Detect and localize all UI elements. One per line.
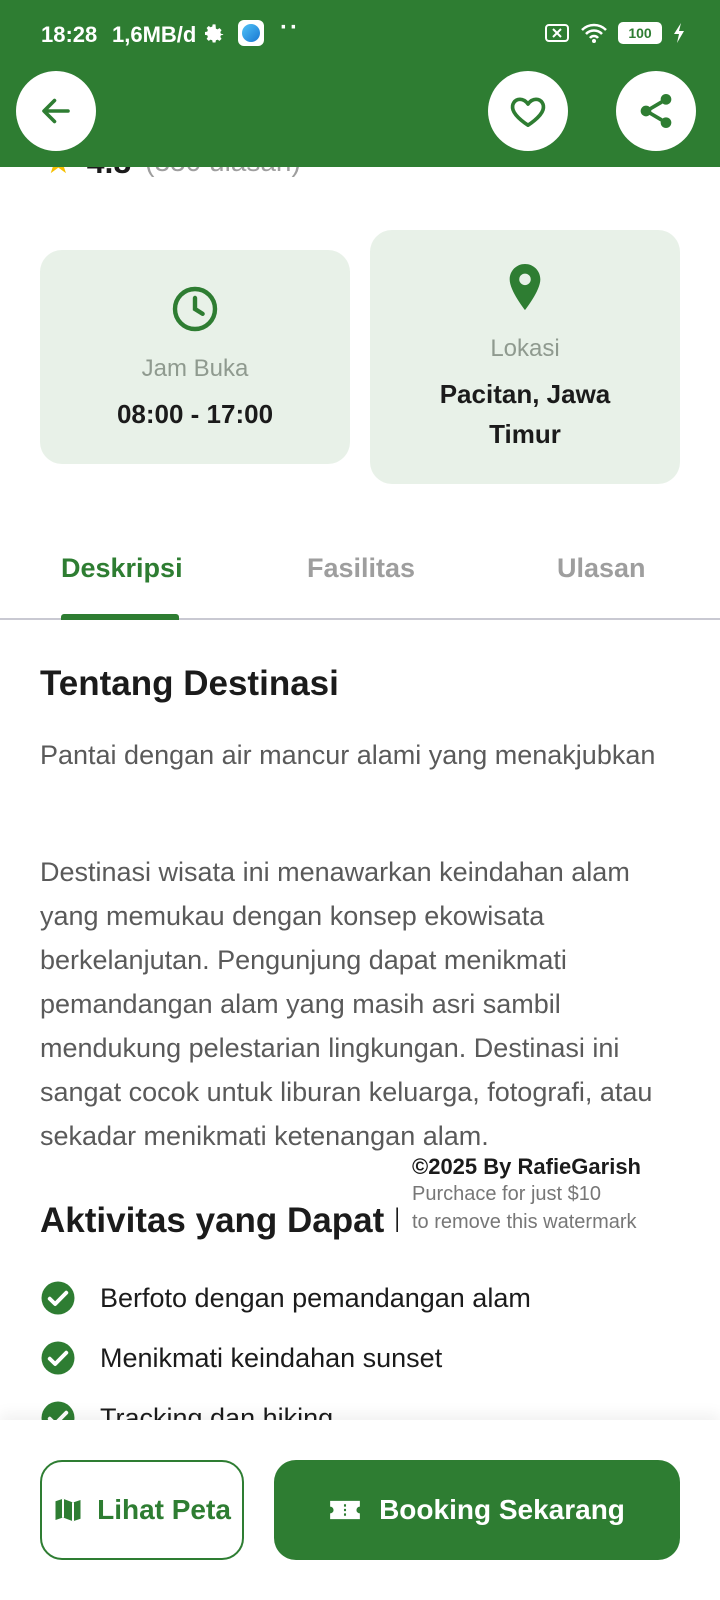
tab-deskripsi[interactable]: Deskripsi — [61, 553, 183, 584]
tab-ulasan[interactable]: Ulasan — [557, 553, 646, 584]
watermark-purchase: Purchace for just $10 — [412, 1183, 601, 1205]
gear-icon — [204, 24, 224, 43]
tab-indicator — [61, 614, 179, 620]
booking-label: Booking Sekarang — [379, 1494, 625, 1525]
watermark-remove: to remove this watermark — [412, 1211, 637, 1233]
share-icon — [640, 94, 672, 128]
opening-hours-card: Jam Buka 08:00 - 17:00 — [40, 250, 350, 464]
tab-bar: Deskripsi Fasilitas Ulasan — [0, 525, 720, 620]
status-speed: 1,6MB/d — [112, 22, 197, 47]
bottom-action-bar: Lihat Peta Booking Sekarang — [0, 1420, 720, 1600]
booking-button[interactable]: Booking Sekarang — [274, 1460, 680, 1560]
view-map-button[interactable]: Lihat Peta — [40, 1460, 244, 1560]
list-item: Menikmati keindahan sunset — [40, 1328, 680, 1388]
watermark-copyright: ©2025 By RafieGarish — [412, 1154, 641, 1179]
activity-label: Menikmati keindahan sunset — [100, 1342, 443, 1373]
list-item: Berfoto dengan pemandangan alam — [40, 1268, 680, 1328]
favorite-button[interactable] — [488, 71, 568, 151]
top-app-bar: 18:28 1,6MB/d ·· 100 — [0, 0, 720, 167]
battery-icon: 100 — [618, 22, 662, 44]
browser-app-icon — [238, 20, 264, 46]
check-circle-icon — [41, 1341, 75, 1375]
status-right-icons: 100 — [544, 22, 686, 44]
back-button[interactable] — [16, 71, 96, 151]
status-bar: 18:28 1,6MB/d ·· 100 — [0, 0, 720, 70]
check-circle-icon — [41, 1281, 75, 1315]
watermark: ©2025 By RafieGarish Purchace for just $… — [398, 1148, 690, 1242]
location-value: Pacitan, Jawa Timur — [439, 379, 611, 449]
opening-hours-value: 08:00 - 17:00 — [116, 399, 274, 429]
about-description: Destinasi wisata ini menawarkan keindaha… — [40, 857, 653, 1151]
clock-icon — [172, 286, 218, 332]
about-title: Tentang Destinasi — [40, 664, 339, 703]
wifi-icon — [581, 23, 607, 43]
location-pin-icon — [509, 264, 541, 310]
view-map-label: Lihat Peta — [97, 1494, 231, 1525]
map-icon — [55, 1498, 81, 1522]
location-card: Lokasi Pacitan, Jawa Timur — [370, 230, 680, 484]
opening-hours-label: Jam Buka — [141, 355, 249, 382]
heart-icon — [510, 97, 546, 127]
ticket-icon — [330, 1500, 360, 1520]
activity-label: Berfoto dengan pemandangan alam — [100, 1282, 531, 1313]
status-time: 18:28 — [41, 22, 98, 47]
tab-fasilitas[interactable]: Fasilitas — [307, 553, 415, 584]
location-label: Lokasi — [490, 335, 560, 362]
about-summary: Pantai dengan air mancur alami yang mena… — [40, 740, 656, 770]
more-notifications-icon: ·· — [280, 14, 300, 41]
sim-no-signal-icon — [545, 24, 569, 42]
charging-bolt-icon — [674, 23, 684, 43]
share-button[interactable] — [616, 71, 696, 151]
arrow-left-icon — [42, 98, 70, 124]
